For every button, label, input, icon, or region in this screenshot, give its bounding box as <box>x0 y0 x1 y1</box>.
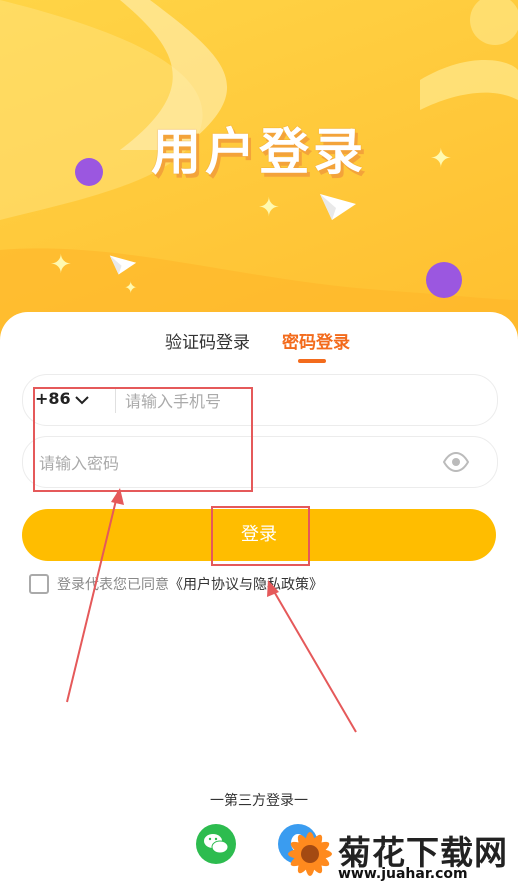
tab-sms-login[interactable]: 验证码登录 <box>165 328 250 353</box>
agreement-link[interactable]: 《用户协议与隐私政策》 <box>169 577 323 593</box>
chrysanthemum-logo-icon <box>288 832 332 876</box>
star-icon: ✦ <box>50 250 72 280</box>
annotation-box-fields <box>33 387 253 492</box>
active-tab-indicator <box>298 359 326 363</box>
login-tabs: 验证码登录 密码登录 <box>0 328 518 368</box>
agreement-text: 登录代表您已同意 <box>57 577 169 593</box>
wechat-icon <box>204 834 229 854</box>
annotation-box-login <box>211 506 310 566</box>
star-icon: ✦ <box>258 193 280 223</box>
eye-icon[interactable] <box>443 452 469 472</box>
page-title: 用户登录 <box>151 123 367 181</box>
paper-plane-icon <box>320 194 356 220</box>
third-party-title: 一第三方登录一 <box>210 793 308 809</box>
hero-banner: ✦ ✦ ✦ ✦ 用户登录 <box>0 0 518 340</box>
wechat-login-button[interactable] <box>196 824 236 864</box>
agreement-checkbox[interactable] <box>29 574 49 594</box>
paper-plane-icon <box>109 255 137 275</box>
watermark: 菊花下载网 www.juahar.com <box>282 822 518 885</box>
tab-password-login[interactable]: 密码登录 <box>282 328 350 353</box>
purple-dot <box>426 262 462 298</box>
agreement-row: 登录代表您已同意《用户协议与隐私政策》 <box>29 574 323 594</box>
star-icon: ✦ <box>124 278 138 297</box>
watermark-url: www.juahar.com <box>338 866 468 882</box>
